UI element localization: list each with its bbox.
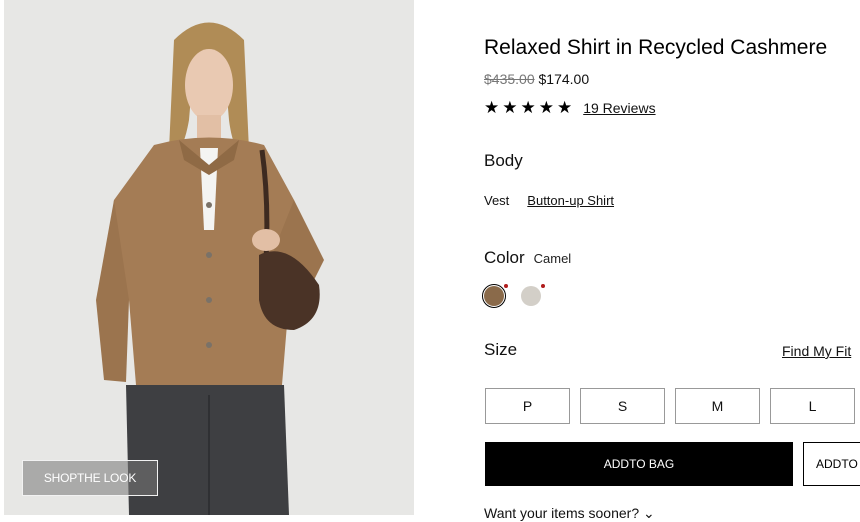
color-swatch-camel[interactable]: [482, 284, 508, 308]
rating-stars-icon: ★★★★★: [484, 98, 576, 117]
body-label: Body: [484, 151, 523, 170]
rating-row: ★★★★★ 19 Reviews: [484, 98, 656, 118]
body-options: Vest Button-up Shirt: [484, 193, 632, 208]
color-label: Color: [484, 248, 525, 267]
find-my-fit-link[interactable]: Find My Fit: [782, 343, 851, 359]
product-image[interactable]: SHOPTHE LOOK: [4, 0, 414, 515]
original-price: $435.00: [484, 71, 535, 87]
body-option-vest[interactable]: Vest: [484, 193, 509, 208]
price-row: $435.00 $174.00: [484, 71, 589, 87]
reviews-link[interactable]: 19 Reviews: [583, 100, 655, 116]
size-options: P S M L: [485, 388, 860, 424]
chevron-down-icon: ⌄: [643, 505, 655, 521]
size-button-m[interactable]: M: [675, 388, 760, 424]
swatch-indicator-dot: [541, 284, 545, 288]
add-to-bag-button[interactable]: ADDTO BAG: [485, 442, 793, 486]
color-row: Color Camel: [484, 248, 571, 268]
color-swatches: [482, 284, 558, 308]
color-value: Camel: [533, 251, 572, 266]
delivery-prompt[interactable]: Want your items sooner? ⌄: [484, 505, 655, 522]
body-option-button-up-shirt[interactable]: Button-up Shirt: [527, 193, 614, 208]
add-to-wishlist-button[interactable]: ADDTO: [803, 442, 860, 486]
color-swatch-light-gray[interactable]: [521, 284, 545, 306]
swatch-indicator-dot: [504, 284, 508, 288]
size-button-s[interactable]: S: [580, 388, 665, 424]
shop-the-look-button[interactable]: SHOPTHE LOOK: [22, 460, 158, 496]
product-title: Relaxed Shirt in Recycled Cashmere: [484, 36, 828, 59]
delivery-prompt-text: Want your items sooner?: [484, 505, 640, 521]
size-button-l[interactable]: L: [770, 388, 855, 424]
size-button-p[interactable]: P: [485, 388, 570, 424]
sale-price: $174.00: [538, 71, 590, 87]
size-label: Size: [484, 340, 518, 359]
model-illustration: [4, 0, 414, 515]
